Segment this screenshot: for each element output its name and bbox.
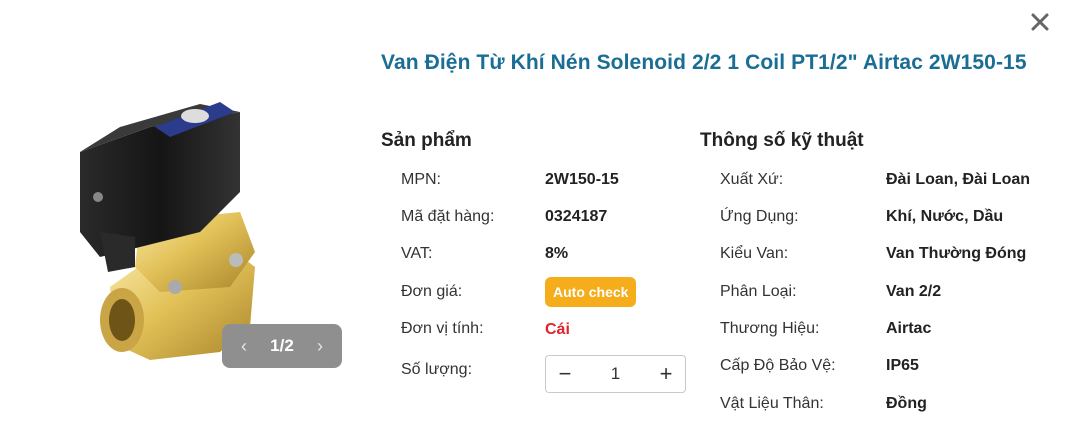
- mpn-value: 2W150-15: [545, 171, 619, 188]
- spec-value: IP65: [886, 357, 919, 374]
- unit-label: Đơn vị tính:: [401, 320, 484, 337]
- spec-label: Cấp Độ Bảo Vệ:: [720, 357, 836, 374]
- close-icon: [1031, 13, 1049, 31]
- increase-button[interactable]: +: [647, 356, 685, 392]
- product-title: Van Điện Từ Khí Nén Solenoid 2/2 1 Coil …: [381, 51, 1027, 74]
- vat-value: 8%: [545, 245, 569, 262]
- product-heading: Sản phẩm: [381, 130, 472, 151]
- vat-label: VAT:: [401, 245, 433, 262]
- spec-label: Vật Liệu Thân:: [720, 395, 824, 412]
- spec-value: Đài Loan, Đài Loan: [886, 171, 1031, 188]
- spec-value: Van 2/2: [886, 283, 942, 300]
- decrease-button[interactable]: −: [546, 356, 584, 392]
- quantity-label: Số lượng:: [401, 361, 473, 378]
- spec-value: Khí, Nước, Dầu: [886, 208, 1004, 225]
- spec-value: Airtac: [886, 320, 932, 337]
- spec-value: Đồng: [886, 395, 927, 412]
- order-code-label: Mã đặt hàng:: [401, 208, 495, 225]
- chevron-right-icon[interactable]: ›: [312, 336, 328, 357]
- spec-label: Phân Loại:: [720, 283, 797, 300]
- spec-label: Thương Hiệu:: [720, 320, 820, 337]
- spec-label: Xuất Xứ:: [720, 171, 784, 188]
- quantity-input[interactable]: 1: [584, 364, 647, 384]
- chevron-left-icon[interactable]: ‹: [236, 336, 252, 357]
- unit-value: Cái: [545, 321, 570, 338]
- mpn-label: MPN:: [401, 171, 441, 188]
- image-counter: 1/2: [270, 336, 294, 355]
- image-pager: ‹ 1/2 ›: [222, 324, 342, 368]
- order-code-value: 0324187: [545, 208, 608, 225]
- spec-label: Kiểu Van:: [720, 245, 789, 262]
- spec-label: Ứng Dụng:: [720, 208, 799, 225]
- auto-check-button[interactable]: Auto check: [545, 277, 637, 307]
- quantity-stepper[interactable]: − 1 +: [545, 355, 686, 393]
- price-label: Đơn giá:: [401, 283, 463, 300]
- close-button[interactable]: [1026, 8, 1054, 36]
- spec-value: Van Thường Đóng: [886, 245, 1027, 262]
- specs-heading: Thông số kỹ thuật: [700, 130, 864, 151]
